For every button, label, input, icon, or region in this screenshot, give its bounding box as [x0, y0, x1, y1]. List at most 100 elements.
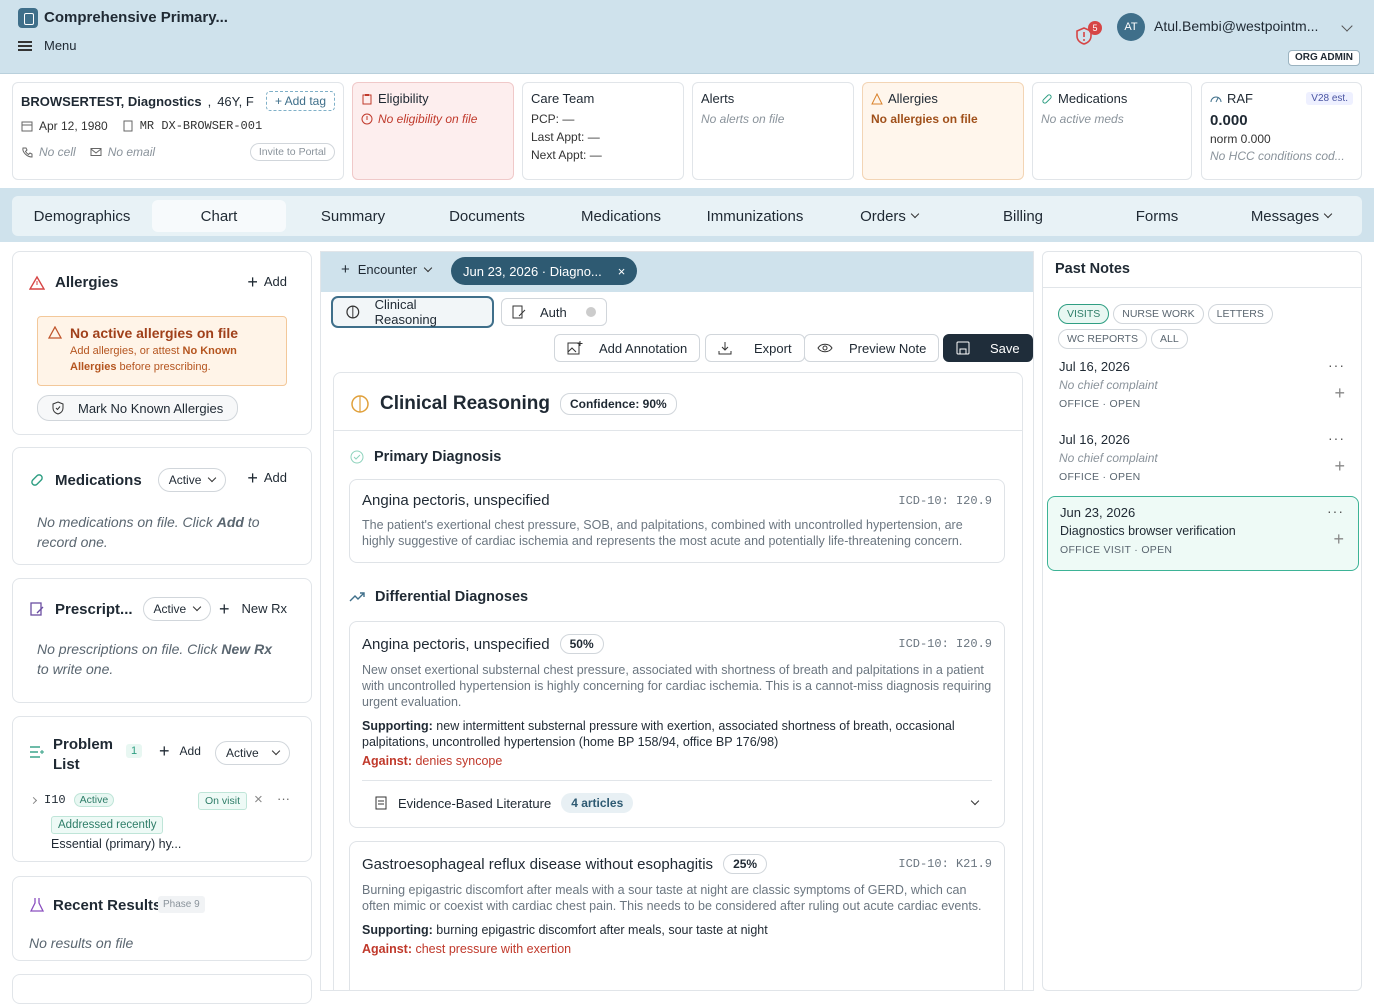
export-button[interactable]: Export	[705, 334, 805, 362]
close-icon[interactable]: ×	[254, 791, 263, 808]
brain-icon	[346, 305, 360, 319]
warning-text-end: before prescribing.	[116, 361, 211, 373]
warning-icon	[871, 92, 883, 104]
calendar-icon	[21, 121, 33, 132]
tab-messages[interactable]: Messages	[1224, 200, 1358, 232]
shield-check-icon	[52, 401, 64, 415]
add-problem-button[interactable]: + Add	[159, 742, 201, 760]
filter-visits[interactable]: VISITS	[1058, 304, 1110, 324]
tab-label: Medications	[580, 207, 662, 225]
alerts-card[interactable]: Alerts No alerts on file	[692, 82, 854, 180]
hamburger-icon	[18, 40, 32, 51]
chevron-down-icon	[192, 602, 202, 612]
more-icon[interactable]: ···	[1328, 357, 1345, 373]
medications-filter-select[interactable]: Active	[157, 468, 227, 492]
eligibility-value: No eligibility on file	[378, 112, 478, 126]
tab-demographics[interactable]: Demographics	[12, 200, 152, 232]
medications-empty: No medications on file. Click Add to rec…	[37, 512, 297, 552]
add-medication-button[interactable]: + Add	[247, 469, 287, 487]
add-tag-button[interactable]: + Add tag	[265, 91, 335, 111]
chevron-down-icon	[910, 209, 920, 219]
tab-auth[interactable]: Auth	[501, 298, 607, 326]
save-button[interactable]: Save	[943, 334, 1033, 362]
tab-immunizations[interactable]: Immunizations	[688, 200, 822, 232]
new-rx-button[interactable]: + New Rx	[219, 600, 287, 618]
prescriptions-empty: No prescriptions on file. Click New Rx t…	[37, 639, 287, 679]
role-badge: ORG ADMIN	[1288, 50, 1360, 66]
encounter-chip-label: Jun 23, 2026 · Diagno...	[463, 263, 602, 279]
filter-wc-reports[interactable]: WC REPORTS	[1058, 329, 1147, 349]
note-date: Jun 23, 2026	[1060, 505, 1136, 520]
more-icon[interactable]: ···	[1328, 430, 1345, 446]
medications-card[interactable]: Medications No active meds	[1032, 82, 1192, 180]
allergies-panel: Allergies + Add No active allergies on fi…	[12, 251, 312, 435]
tab-chart[interactable]: Chart	[152, 200, 286, 232]
encounter-dropdown[interactable]: + Encounter	[341, 262, 433, 277]
add-label: Add	[263, 470, 287, 485]
tab-orders[interactable]: Orders	[822, 200, 956, 232]
tab-billing[interactable]: Billing	[956, 200, 1090, 232]
top-bar: Comprehensive Primary... Menu 5 AT Atul.…	[0, 0, 1374, 74]
tab-medications[interactable]: Medications	[554, 200, 688, 232]
plus-icon[interactable]: +	[1334, 456, 1345, 477]
pill-icon	[31, 474, 43, 486]
filter-nurse-work[interactable]: NURSE WORK	[1113, 304, 1204, 324]
save-icon	[956, 341, 970, 355]
button-label: Mark No Known Allergies	[78, 400, 224, 416]
raf-badge: V28 est.	[1306, 92, 1353, 105]
phone-icon	[22, 147, 33, 158]
prescriptions-filter-select[interactable]: Active	[142, 597, 212, 621]
gauge-icon	[1210, 96, 1222, 102]
care-team-card[interactable]: Care Team PCP: — Last Appt: — Next Appt:…	[522, 82, 684, 180]
preview-note-button[interactable]: Preview Note	[804, 334, 940, 362]
encounter-label: Encounter	[357, 262, 418, 277]
eligibility-card[interactable]: Eligibility No eligibility on file	[352, 82, 514, 180]
note-filters: VISITS NURSE WORK LETTERS WC REPORTS ALL	[1058, 300, 1348, 350]
problem-row[interactable]: I10 Active	[29, 793, 115, 807]
menu-button[interactable]: Menu	[18, 38, 77, 53]
raf-card[interactable]: RAF V28 est. 0.000 norm 0.000 No HCC con…	[1201, 82, 1362, 180]
encounter-chip[interactable]: Jun 23, 2026 · Diagno... ×	[451, 257, 638, 285]
add-allergy-button[interactable]: + Add	[247, 273, 287, 291]
note-status: OPEN	[1109, 398, 1141, 410]
mark-nka-button[interactable]: Mark No Known Allergies	[37, 395, 239, 421]
more-icon[interactable]: ···	[277, 791, 290, 806]
patient-card: BROWSERTEST, Diagnostics, 46Y, F + Add t…	[12, 82, 344, 180]
note-item[interactable]: Jul 16, 2026 No chief complaint OFFICE ·…	[1047, 424, 1359, 496]
literature-toggle[interactable]: Evidence-Based Literature 4 articles	[374, 790, 992, 816]
tab-label: Summary	[320, 207, 386, 225]
add-annotation-button[interactable]: Add Annotation	[554, 334, 701, 362]
invite-portal-button[interactable]: Invite to Portal	[249, 143, 335, 161]
patient-phone: No cell	[39, 145, 76, 159]
note-item-selected[interactable]: Jun 23, 2026 Diagnostics browser verific…	[1047, 496, 1359, 571]
next-panel	[12, 974, 312, 1004]
filter-letters[interactable]: LETTERS	[1207, 304, 1273, 324]
tab-documents[interactable]: Documents	[420, 200, 554, 232]
note-type: OFFICE VISIT	[1060, 544, 1132, 556]
plus-icon[interactable]: +	[1334, 383, 1345, 404]
note-type: OFFICE	[1059, 398, 1100, 410]
allergies-card[interactable]: Allergies No allergies on file	[862, 82, 1024, 180]
tab-forms[interactable]: Forms	[1090, 200, 1224, 232]
notification-count-badge: 5	[1088, 21, 1102, 35]
tab-summary[interactable]: Summary	[286, 200, 420, 232]
avatar[interactable]: AT	[1117, 13, 1145, 41]
filter-all[interactable]: ALL	[1150, 329, 1188, 349]
tab-clinical-reasoning[interactable]: Clinical Reasoning	[331, 296, 494, 328]
user-email[interactable]: Atul.Bembi@westpointm...	[1154, 18, 1318, 34]
plus-icon[interactable]: +	[1333, 529, 1344, 550]
note-subtitle: No chief complaint	[1059, 378, 1158, 392]
download-icon	[718, 342, 732, 355]
eligibility-title: Eligibility	[378, 91, 429, 106]
warning-icon	[48, 326, 62, 339]
more-icon[interactable]: ···	[1327, 503, 1344, 519]
note-date: Jul 16, 2026	[1059, 359, 1130, 374]
problem-list-title: Problem List	[53, 736, 114, 773]
problems-filter-select[interactable]: Active	[215, 741, 290, 765]
tab-label: Billing	[1002, 207, 1044, 225]
chevron-right-icon[interactable]	[29, 796, 38, 804]
note-item[interactable]: Jul 16, 2026 No chief complaint OFFICE ·…	[1047, 351, 1359, 423]
chevron-down-icon[interactable]	[1341, 20, 1353, 32]
close-icon[interactable]: ×	[618, 264, 626, 279]
warning-title: No active allergies on file	[70, 325, 239, 341]
